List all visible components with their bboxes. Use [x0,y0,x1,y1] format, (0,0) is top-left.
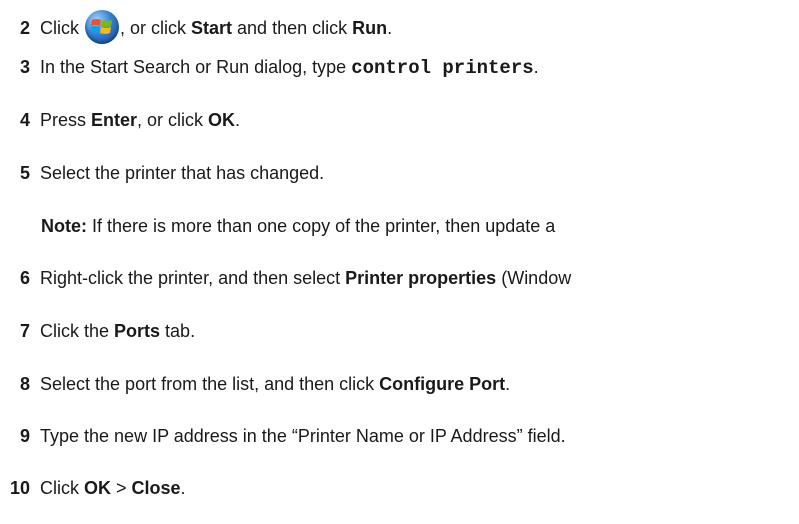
step-text: Type the new IP address in the “Printer … [40,426,566,446]
step-number: 2 [19,18,30,38]
ok-label: OK [84,478,111,498]
step-10: 10 Click OK > Close. [0,476,799,500]
step-2: 2 Click , or click Start and then click … [0,10,799,44]
ports-label: Ports [114,321,161,341]
step-number: 7 [19,321,30,341]
step-6: 6 Right-click the printer, and then sele… [0,266,799,290]
ok-label: OK [208,110,236,130]
step-number: 3 [19,57,30,77]
command-text: control printers [351,57,534,79]
step-number: 6 [19,268,30,288]
step-text: Right-click the printer, and then select… [40,268,572,288]
step-text: Select the port from the list, and then … [40,374,511,394]
printer-properties-label: Printer properties [345,268,497,288]
step-8: 8 Select the port from the list, and the… [0,372,799,396]
step-text: Click OK > Close. [40,478,186,498]
step-text: In the Start Search or Run dialog, type … [40,57,539,79]
configure-port-label: Configure Port [379,374,506,394]
note-text: If there is more than one copy of the pr… [87,216,556,236]
step-number: 10 [9,478,30,498]
step-9: 9 Type the new IP address in the “Printe… [0,424,799,448]
step-number: 9 [19,426,30,446]
step-4: 4 Press Enter, or click OK. [0,108,799,132]
step-text: Select the printer that has changed. [40,163,325,183]
step-3: 3 In the Start Search or Run dialog, typ… [0,55,799,80]
step-text: Press Enter, or click OK. [40,110,241,130]
windows-start-orb-icon [85,10,119,44]
step-text: Click the Ports tab. [40,321,196,341]
step-number: 4 [19,110,30,130]
note-label: Note: [41,216,87,236]
note: Note: If there is more than one copy of … [41,214,555,238]
step-number: 5 [19,163,30,183]
step-number: 8 [19,374,30,394]
run-label: Run [352,18,388,38]
step-text: Click , or click Start and then click Ru… [40,10,799,44]
step-5: 5 Select the printer that has changed. [0,161,799,185]
start-label: Start [191,18,233,38]
step-7: 7 Click the Ports tab. [0,319,799,343]
enter-label: Enter [91,110,138,130]
close-label: Close [131,478,181,498]
